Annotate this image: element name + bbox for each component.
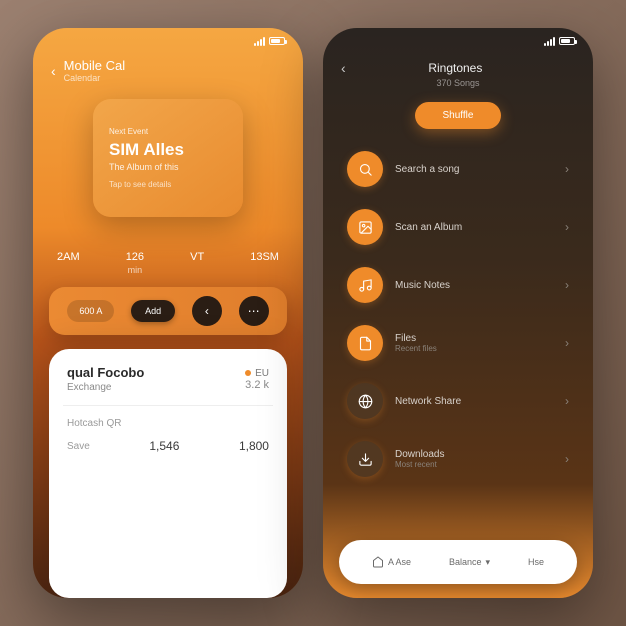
bottom-panel: qual Focobo Exchange EU 3.2 k Hotcash QR… <box>49 349 287 598</box>
battery-icon <box>559 37 575 45</box>
chevron-right-icon: › <box>565 162 569 176</box>
page-subtitle: 370 Songs <box>323 78 593 88</box>
search-icon <box>347 151 383 187</box>
chevron-right-icon: › <box>565 336 569 350</box>
row-value: 1,546 <box>149 439 179 453</box>
status-right <box>254 37 285 46</box>
menu-item-files[interactable]: FilesRecent files › <box>341 317 575 369</box>
bottom-nav: A Ase Balance ▾ Hse <box>339 540 577 584</box>
page-title: Ringtones <box>356 61 555 75</box>
image-icon <box>347 209 383 245</box>
file-icon <box>347 325 383 361</box>
signal-icon <box>544 37 555 46</box>
panel-value: 3.2 k <box>245 379 269 391</box>
hero-card[interactable]: Next Event SIM Alles The Album of this T… <box>93 99 243 217</box>
phone-mockup-right: ‹ Ringtones 370 Songs Shuffle Search a s… <box>323 28 593 598</box>
page-title: Mobile Cal <box>64 58 125 73</box>
menu-list: Search a song › Scan an Album › Music No… <box>323 139 593 530</box>
panel-title: qual Focobo <box>67 365 144 380</box>
section-label: Hotcash QR <box>67 418 269 429</box>
chevron-down-icon: ▾ <box>485 557 490 568</box>
add-button[interactable]: Add <box>131 300 175 322</box>
signal-icon <box>254 37 265 46</box>
more-button[interactable]: ⋯ <box>239 296 269 326</box>
chevron-right-icon: › <box>565 452 569 466</box>
menu-item-scan[interactable]: Scan an Album › <box>341 201 575 253</box>
page-subtitle: Calendar <box>64 73 125 83</box>
panel-sub: Exchange <box>67 382 144 393</box>
status-bar <box>323 28 593 54</box>
card-line2: SIM Alles <box>109 140 227 160</box>
card-line4: Tap to see details <box>109 180 227 189</box>
back-icon[interactable]: ‹ <box>341 60 346 76</box>
header: ‹ Mobile Cal Calendar <box>33 54 303 85</box>
menu-item-network[interactable]: Network Share › <box>341 375 575 427</box>
chevron-right-icon: › <box>565 278 569 292</box>
battery-icon <box>269 37 285 45</box>
menu-item-music[interactable]: Music Notes › <box>341 259 575 311</box>
quick-action-bar: 600 A Add ‹ ⋯ <box>49 287 287 335</box>
status-bar <box>33 28 303 54</box>
menu-item-downloads[interactable]: DownloadsMost recent › <box>341 433 575 485</box>
divider <box>63 405 273 406</box>
menu-item-search[interactable]: Search a song › <box>341 143 575 195</box>
timeline-item[interactable]: 13SM <box>250 251 279 275</box>
chevron-right-icon: › <box>565 220 569 234</box>
timeline-row: 2AM 126min VT 13SM <box>33 217 303 287</box>
globe-icon <box>347 383 383 419</box>
timeline-item[interactable]: 126min <box>126 251 144 275</box>
panel-badge: EU <box>245 368 269 379</box>
timeline-item[interactable]: VT <box>190 251 204 275</box>
shuffle-button[interactable]: Shuffle <box>415 102 502 129</box>
back-icon[interactable]: ‹ <box>51 63 56 79</box>
status-right <box>544 37 575 46</box>
quick-label[interactable]: 600 A <box>67 300 114 322</box>
row-value: 1,800 <box>239 439 269 453</box>
status-dot-icon <box>245 370 251 376</box>
home-icon <box>372 556 384 568</box>
music-icon <box>347 267 383 303</box>
row-label: Save <box>67 441 90 452</box>
card-line1: Next Event <box>109 127 227 136</box>
prev-button[interactable]: ‹ <box>192 296 222 326</box>
chevron-right-icon: › <box>565 394 569 408</box>
timeline-item[interactable]: 2AM <box>57 251 80 275</box>
card-line3: The Album of this <box>109 162 227 172</box>
nav-item-a[interactable]: A Ase <box>372 556 411 568</box>
nav-item-b[interactable]: Balance ▾ <box>449 557 490 568</box>
phone-mockup-left: ‹ Mobile Cal Calendar Next Event SIM All… <box>33 28 303 598</box>
download-icon <box>347 441 383 477</box>
header: ‹ Ringtones <box>323 54 593 78</box>
nav-item-c[interactable]: Hse <box>528 557 544 567</box>
